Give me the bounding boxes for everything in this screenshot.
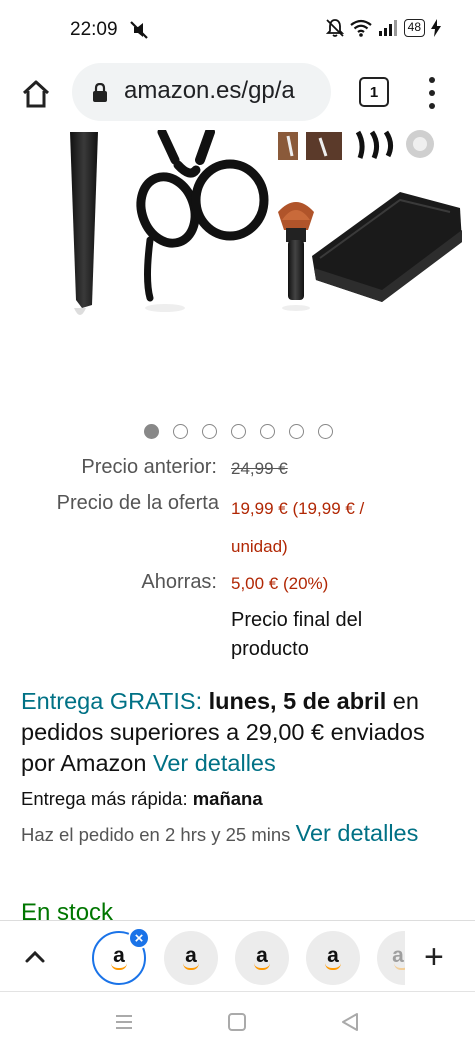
overflow-menu-button[interactable] bbox=[420, 74, 444, 112]
recent-apps-icon[interactable] bbox=[114, 1012, 134, 1032]
carousel-dot[interactable] bbox=[260, 424, 275, 439]
lock-icon bbox=[93, 83, 107, 102]
makeup-brush-image bbox=[278, 202, 314, 311]
status-time: 22:09 bbox=[70, 19, 118, 40]
tab-thumbnail-partial[interactable]: a bbox=[377, 931, 405, 985]
delivery-info: Entrega GRATIS: lunes, 5 de abril en ped… bbox=[21, 686, 461, 779]
tab-thumbnail-active[interactable]: a × bbox=[92, 927, 150, 985]
carousel-dot[interactable] bbox=[231, 424, 246, 439]
free-delivery-label: Entrega GRATIS: bbox=[21, 688, 203, 714]
hair-clips-image bbox=[278, 130, 434, 160]
notifications-off-icon bbox=[325, 19, 344, 37]
final-price-note: Precio final del producto bbox=[231, 609, 363, 660]
stock-status: En stock bbox=[21, 899, 114, 920]
tab-thumbnail[interactable]: a bbox=[235, 931, 289, 985]
offer-price-value: 19,99 € (19,99 € / bbox=[231, 499, 365, 518]
delivery-details-link[interactable]: Ver detalles bbox=[153, 750, 276, 776]
savings-label: Ahorras: bbox=[141, 571, 217, 593]
mute-icon bbox=[130, 21, 148, 39]
delivery-date: lunes, 5 de abril bbox=[208, 688, 387, 714]
tab-switcher-button[interactable]: 1 bbox=[359, 77, 389, 107]
home-nav-icon[interactable] bbox=[227, 1012, 247, 1032]
amazon-favicon: a bbox=[322, 945, 344, 971]
carousel-dot[interactable] bbox=[173, 424, 188, 439]
offer-price-unit: unidad) bbox=[231, 537, 288, 556]
address-bar[interactable]: amazon.es/gp/a bbox=[72, 63, 331, 121]
wifi-icon bbox=[349, 19, 372, 37]
menu-dot bbox=[429, 77, 435, 83]
home-icon bbox=[22, 80, 50, 108]
order-details-link[interactable]: Ver detalles bbox=[296, 820, 419, 846]
comb-image bbox=[70, 132, 98, 315]
product-photo bbox=[70, 130, 462, 315]
order-countdown-text: Haz el pedido en 2 hrs y 25 mins bbox=[21, 824, 291, 845]
amazon-favicon: a bbox=[391, 945, 405, 971]
status-icons: 48 bbox=[325, 18, 441, 38]
fast-delivery-label: Entrega más rápida: bbox=[21, 788, 188, 809]
browser-toolbar: amazon.es/gp/a 1 bbox=[0, 60, 475, 128]
chevron-up-icon[interactable] bbox=[22, 945, 48, 969]
carousel-dot[interactable] bbox=[289, 424, 304, 439]
fast-delivery-value: mañana bbox=[192, 788, 263, 809]
amazon-favicon: a bbox=[251, 945, 273, 971]
system-navigation-bar bbox=[0, 992, 475, 1056]
battery-indicator: 48 bbox=[403, 19, 425, 37]
carousel-dot[interactable] bbox=[144, 424, 159, 439]
tab-thumbnail[interactable]: a bbox=[164, 931, 218, 985]
offer-price-label: Precio de la oferta bbox=[56, 492, 219, 514]
previous-price-label: Precio anterior: bbox=[81, 456, 217, 478]
new-tab-button[interactable]: + bbox=[424, 940, 444, 974]
close-tab-icon[interactable]: × bbox=[128, 927, 150, 949]
menu-dot bbox=[429, 90, 435, 96]
scissors-image bbox=[136, 130, 269, 302]
amazon-favicon: a bbox=[180, 945, 202, 971]
savings-value: 5,00 € (20%) bbox=[231, 574, 329, 593]
fast-delivery: Entrega más rápida: mañana bbox=[21, 788, 263, 810]
home-button[interactable] bbox=[16, 74, 56, 114]
status-bar: 22:09 48 bbox=[0, 0, 475, 60]
url-text: amazon.es/gp/a bbox=[124, 77, 295, 104]
product-image[interactable] bbox=[0, 130, 475, 410]
image-carousel-dots bbox=[144, 424, 333, 439]
tab-thumbnail[interactable]: a bbox=[306, 931, 360, 985]
menu-dot bbox=[429, 103, 435, 109]
tab-strip: a × a a a a + bbox=[0, 920, 475, 992]
carousel-dot[interactable] bbox=[202, 424, 217, 439]
order-countdown: Haz el pedido en 2 hrs y 25 mins Ver det… bbox=[21, 818, 461, 850]
signal-icon bbox=[378, 20, 397, 36]
amazon-favicon: a bbox=[108, 945, 130, 971]
previous-price-value: 24,99 € bbox=[231, 459, 288, 478]
back-nav-icon[interactable] bbox=[340, 1012, 360, 1032]
cape-image bbox=[312, 192, 462, 302]
charging-icon bbox=[431, 19, 441, 37]
carousel-dot[interactable] bbox=[318, 424, 333, 439]
